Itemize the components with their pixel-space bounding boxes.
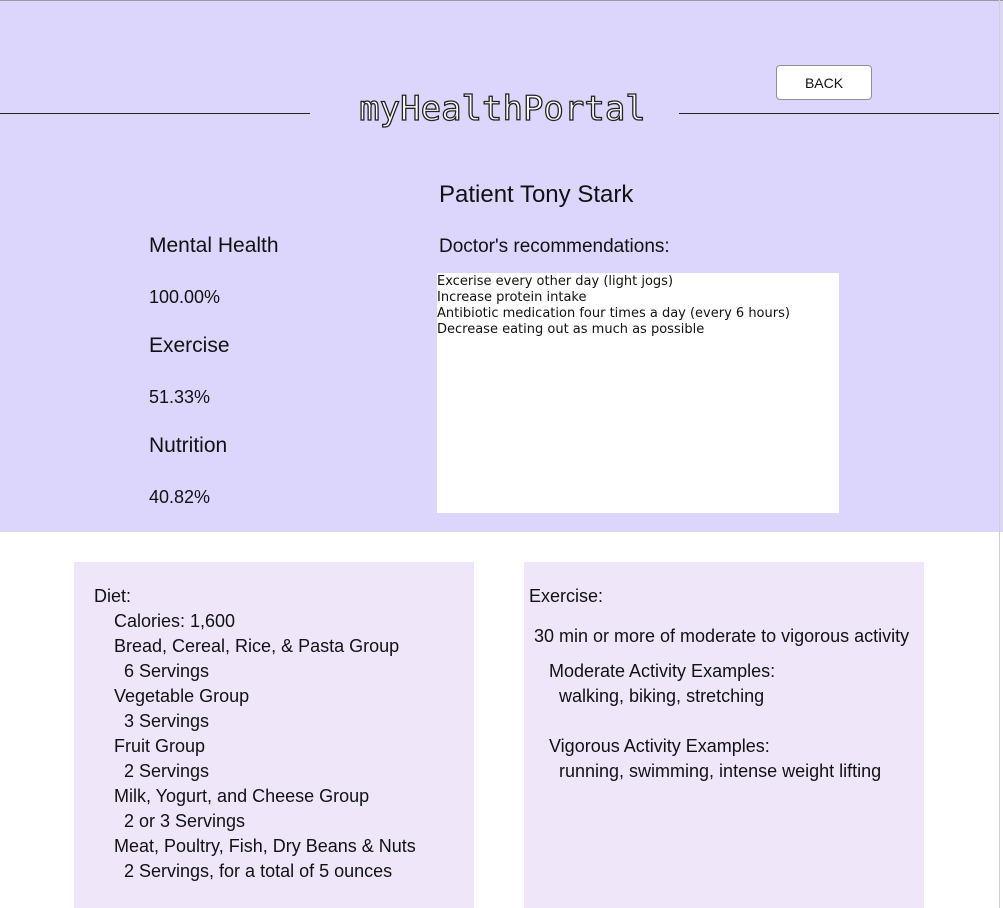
exercise-card: Exercise: 30 min or more of moderate to … [524, 562, 924, 908]
diet-calories: Calories: 1,600 [114, 611, 236, 631]
header-divider-left [0, 113, 310, 114]
diet-group-servings: 3 Servings [124, 711, 210, 731]
diet-group-name: Bread, Cereal, Rice, & Pasta Group [114, 636, 400, 656]
diet-group-servings: 2 or 3 Servings [124, 811, 246, 831]
nutrition-value: 40.82% [149, 487, 211, 507]
diet-group-name: Vegetable Group [114, 686, 250, 706]
vigorous-activity-label: Vigorous Activity Examples: [549, 736, 770, 756]
window-edge [999, 0, 1000, 908]
exercise-label: Exercise [149, 334, 230, 357]
diet-group-servings: 6 Servings [124, 661, 210, 681]
diet-card: Diet: Calories: 1,600 Bread, Cereal, Ric… [74, 562, 474, 908]
recommendations-label: Doctor's recommendations: [439, 236, 670, 257]
diet-title: Diet: [94, 586, 132, 606]
exercise-value: 51.33% [149, 387, 211, 407]
moderate-activity-examples: walking, biking, stretching [559, 686, 765, 706]
diet-group-servings: 2 Servings [124, 761, 210, 781]
exercise-summary: 30 min or more of moderate to vigorous a… [534, 626, 910, 646]
moderate-activity-label: Moderate Activity Examples: [549, 661, 776, 681]
vigorous-activity-examples: running, swimming, intense weight liftin… [559, 761, 882, 781]
app-logo: myHealthPortal [359, 88, 647, 129]
diet-group-name: Fruit Group [114, 736, 206, 756]
diet-group-name: Milk, Yogurt, and Cheese Group [114, 786, 370, 806]
diet-group-servings: 2 Servings, for a total of 5 ounces [124, 861, 393, 881]
patient-title: Patient Tony Stark [439, 181, 634, 208]
patient-summary-panel: myHealthPortal BACK Patient Tony Stark M… [0, 0, 1003, 532]
diet-group-name: Meat, Poultry, Fish, Dry Beans & Nuts [114, 836, 416, 856]
header-divider-right [679, 113, 1000, 114]
exercise-title: Exercise: [529, 586, 604, 606]
back-button[interactable]: BACK [776, 65, 872, 100]
mental-health-value: 100.00% [149, 287, 221, 307]
recommendations-textarea[interactable]: Excerise every other day (light jogs) In… [437, 273, 839, 513]
app-window: myHealthPortal BACK Patient Tony Stark M… [0, 0, 1003, 908]
nutrition-label: Nutrition [149, 434, 228, 457]
mental-health-label: Mental Health [149, 234, 279, 257]
